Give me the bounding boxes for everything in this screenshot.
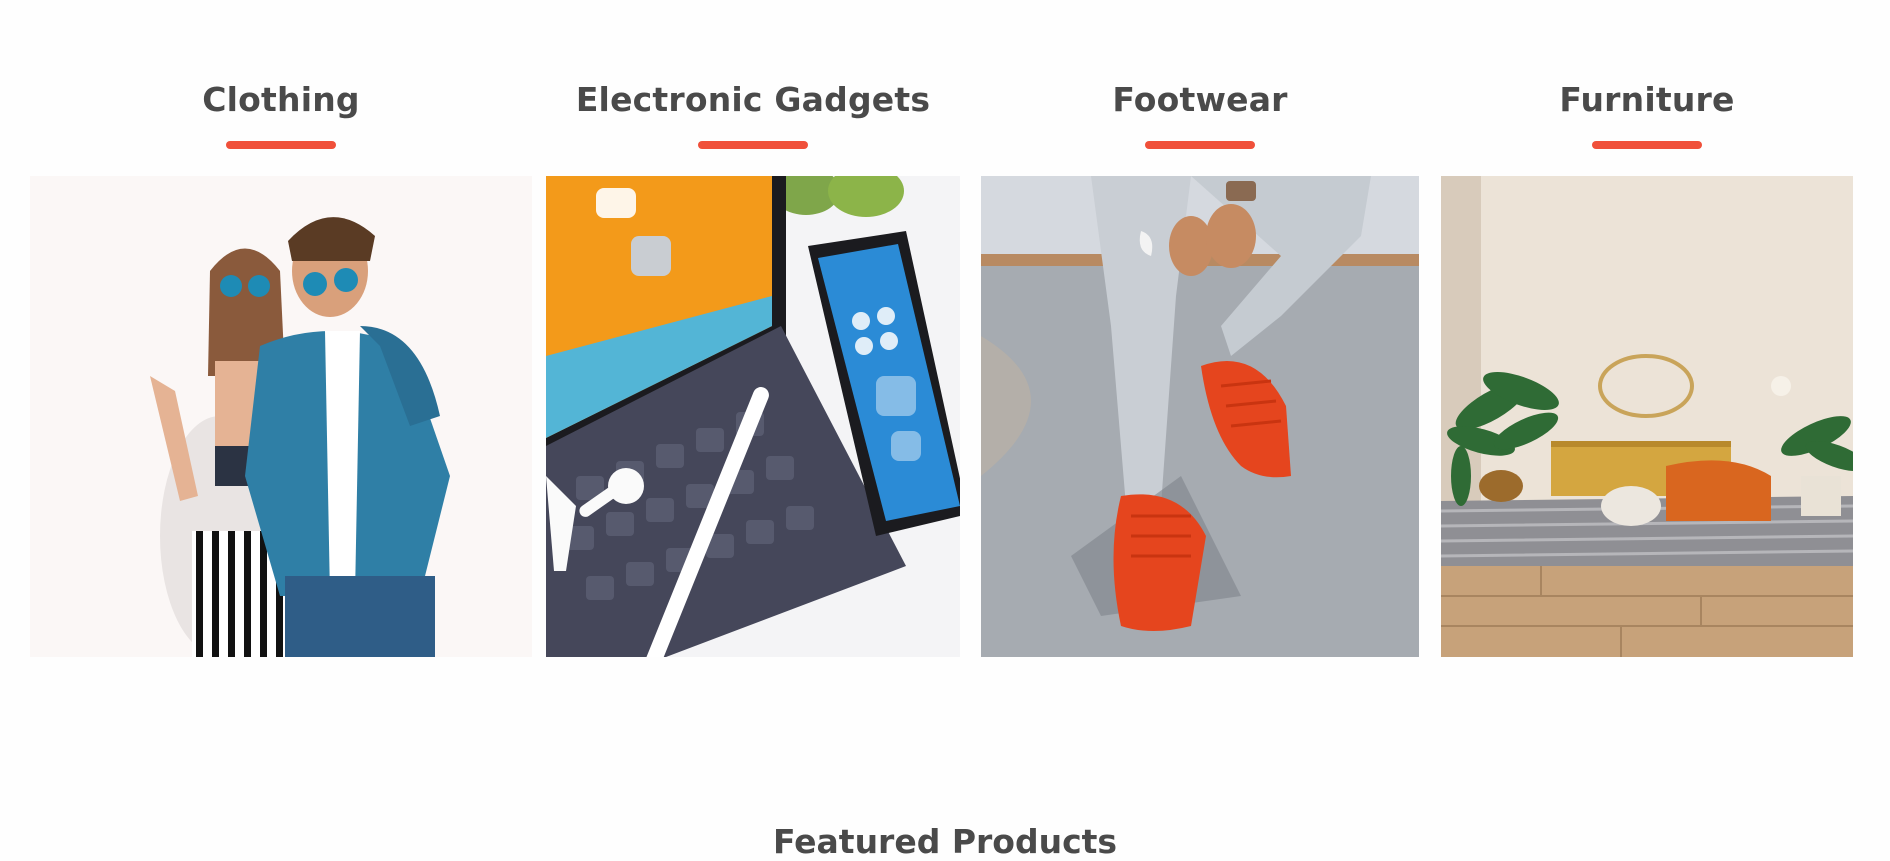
title-underline bbox=[698, 141, 808, 149]
category-title[interactable]: Footwear bbox=[981, 80, 1419, 119]
category-image-electronic-gadgets[interactable] bbox=[546, 176, 960, 657]
featured-products-heading: Featured Products bbox=[772, 822, 1118, 861]
title-underline bbox=[226, 141, 336, 149]
category-title[interactable]: Electronic Gadgets bbox=[546, 80, 960, 119]
category-image-clothing[interactable] bbox=[30, 176, 532, 657]
category-image-furniture[interactable] bbox=[1441, 176, 1853, 657]
category-image-footwear[interactable] bbox=[981, 176, 1419, 657]
category-title[interactable]: Clothing bbox=[30, 80, 532, 119]
title-underline bbox=[1592, 141, 1702, 149]
category-title[interactable]: Furniture bbox=[1441, 80, 1853, 119]
title-underline bbox=[1145, 141, 1255, 149]
category-section: Clothing Electronic Gadgets Footwear Fur… bbox=[0, 0, 1890, 861]
